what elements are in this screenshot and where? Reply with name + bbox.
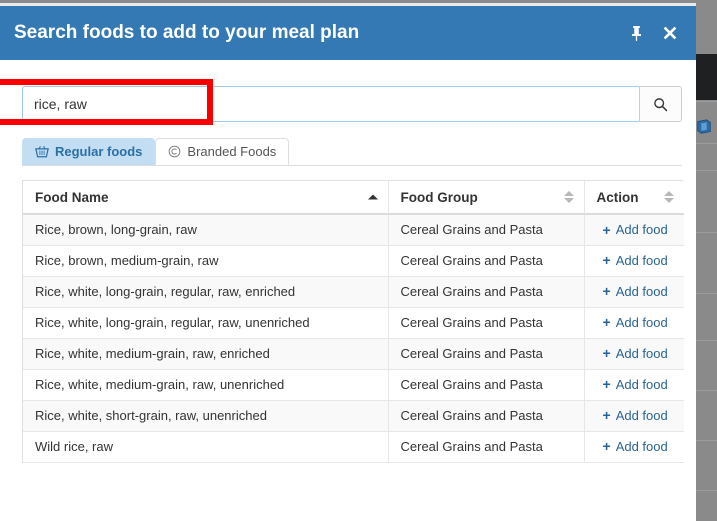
table-body: Rice, brown, long-grain, rawCereal Grain…: [23, 214, 684, 462]
cell-action: + Add food: [584, 338, 684, 369]
screen: Search foods to add to your meal plan: [0, 0, 717, 521]
plus-icon: +: [603, 315, 611, 329]
sort-none-icon: [564, 191, 574, 203]
pin-icon[interactable]: [626, 22, 646, 44]
add-food-button[interactable]: + Add food: [597, 346, 668, 361]
cell-action: + Add food: [584, 307, 684, 338]
modal-title: Search foods to add to your meal plan: [0, 22, 359, 44]
cell-action: + Add food: [584, 276, 684, 307]
cell-food-name: Rice, brown, medium-grain, raw: [23, 245, 388, 276]
cell-food-name: Rice, white, medium-grain, raw, enriched: [23, 338, 388, 369]
add-food-label: Add food: [616, 408, 668, 423]
add-food-button[interactable]: + Add food: [597, 315, 668, 330]
basket-icon: [35, 145, 49, 158]
table-row: Rice, white, medium-grain, raw, unenrich…: [23, 369, 684, 400]
plus-icon: +: [603, 377, 611, 391]
add-food-button[interactable]: + Add food: [597, 253, 668, 268]
table-row: Rice, white, medium-grain, raw, enriched…: [23, 338, 684, 369]
table-header-row: Food Name Food Group: [23, 181, 684, 214]
cell-food-group: Cereal Grains and Pasta: [388, 307, 584, 338]
table-row: Rice, white, long-grain, regular, raw, e…: [23, 276, 684, 307]
cell-action: + Add food: [584, 400, 684, 431]
results-table: Food Name Food Group: [23, 181, 684, 463]
add-food-label: Add food: [616, 253, 668, 268]
modal-header: Search foods to add to your meal plan: [0, 6, 696, 60]
add-food-button[interactable]: + Add food: [597, 222, 668, 237]
search-foods-modal: Search foods to add to your meal plan: [0, 3, 696, 521]
cell-food-name: Rice, white, long-grain, regular, raw, e…: [23, 276, 388, 307]
add-food-label: Add food: [616, 284, 668, 299]
column-header-food-group-label: Food Group: [401, 190, 478, 205]
plus-icon: +: [603, 284, 611, 298]
modal-body: Regular foods Branded Foods F: [0, 60, 696, 521]
close-icon[interactable]: [660, 22, 680, 44]
search-input[interactable]: [22, 86, 639, 122]
add-food-button[interactable]: + Add food: [597, 439, 668, 454]
cell-action: + Add food: [584, 214, 684, 245]
add-food-label: Add food: [616, 377, 668, 392]
plus-icon: +: [603, 253, 611, 267]
cell-food-group: Cereal Grains and Pasta: [388, 245, 584, 276]
add-food-button[interactable]: + Add food: [597, 377, 668, 392]
copyright-icon: [168, 145, 181, 158]
column-header-action[interactable]: Action: [584, 181, 684, 214]
search-button[interactable]: [639, 86, 682, 122]
cell-food-name: Rice, white, short-grain, raw, unenriche…: [23, 400, 388, 431]
cell-food-group: Cereal Grains and Pasta: [388, 276, 584, 307]
tab-regular-foods[interactable]: Regular foods: [22, 138, 155, 165]
cell-action: + Add food: [584, 245, 684, 276]
plus-icon: +: [603, 346, 611, 360]
book-icon[interactable]: [695, 118, 713, 136]
plus-icon: +: [603, 439, 611, 453]
add-food-label: Add food: [616, 222, 668, 237]
tab-bar: Regular foods Branded Foods: [22, 139, 682, 166]
sort-none-icon: [664, 191, 674, 203]
cell-food-group: Cereal Grains and Pasta: [388, 400, 584, 431]
sort-ascending-icon: [368, 195, 378, 200]
table-row: Rice, brown, medium-grain, rawCereal Gra…: [23, 245, 684, 276]
table-row: Rice, white, short-grain, raw, unenriche…: [23, 400, 684, 431]
plus-icon: +: [603, 408, 611, 422]
cell-action: + Add food: [584, 431, 684, 462]
results-table-container: Food Name Food Group: [22, 180, 683, 463]
tab-branded-foods-label: Branded Foods: [187, 144, 276, 159]
cell-action: + Add food: [584, 369, 684, 400]
search-row: [22, 86, 682, 122]
cell-food-group: Cereal Grains and Pasta: [388, 338, 584, 369]
cell-food-group: Cereal Grains and Pasta: [388, 431, 584, 462]
add-food-label: Add food: [616, 439, 668, 454]
column-header-food-name-label: Food Name: [35, 190, 109, 205]
cell-food-group: Cereal Grains and Pasta: [388, 369, 584, 400]
add-food-button[interactable]: + Add food: [597, 408, 668, 423]
cell-food-name: Rice, white, long-grain, regular, raw, u…: [23, 307, 388, 338]
table-row: Wild rice, rawCereal Grains and Pasta + Ad…: [23, 431, 684, 462]
tab-branded-foods[interactable]: Branded Foods: [155, 138, 289, 165]
add-food-label: Add food: [616, 315, 668, 330]
tab-regular-foods-label: Regular foods: [55, 144, 142, 159]
cell-food-name: Rice, white, medium-grain, raw, unenrich…: [23, 369, 388, 400]
cell-food-name: Rice, brown, long-grain, raw: [23, 214, 388, 245]
column-header-action-label: Action: [597, 190, 639, 205]
table-head: Food Name Food Group: [23, 181, 684, 214]
column-header-food-group[interactable]: Food Group: [388, 181, 584, 214]
add-food-label: Add food: [616, 346, 668, 361]
table-row: Rice, brown, long-grain, rawCereal Grain…: [23, 214, 684, 245]
plus-icon: +: [603, 223, 611, 237]
header-actions: [626, 22, 696, 44]
cell-food-name: Wild rice, raw: [23, 431, 388, 462]
table-row: Rice, white, long-grain, regular, raw, u…: [23, 307, 684, 338]
add-food-button[interactable]: + Add food: [597, 284, 668, 299]
search-icon: [653, 97, 668, 112]
cell-food-group: Cereal Grains and Pasta: [388, 214, 584, 245]
column-header-food-name[interactable]: Food Name: [23, 181, 388, 214]
